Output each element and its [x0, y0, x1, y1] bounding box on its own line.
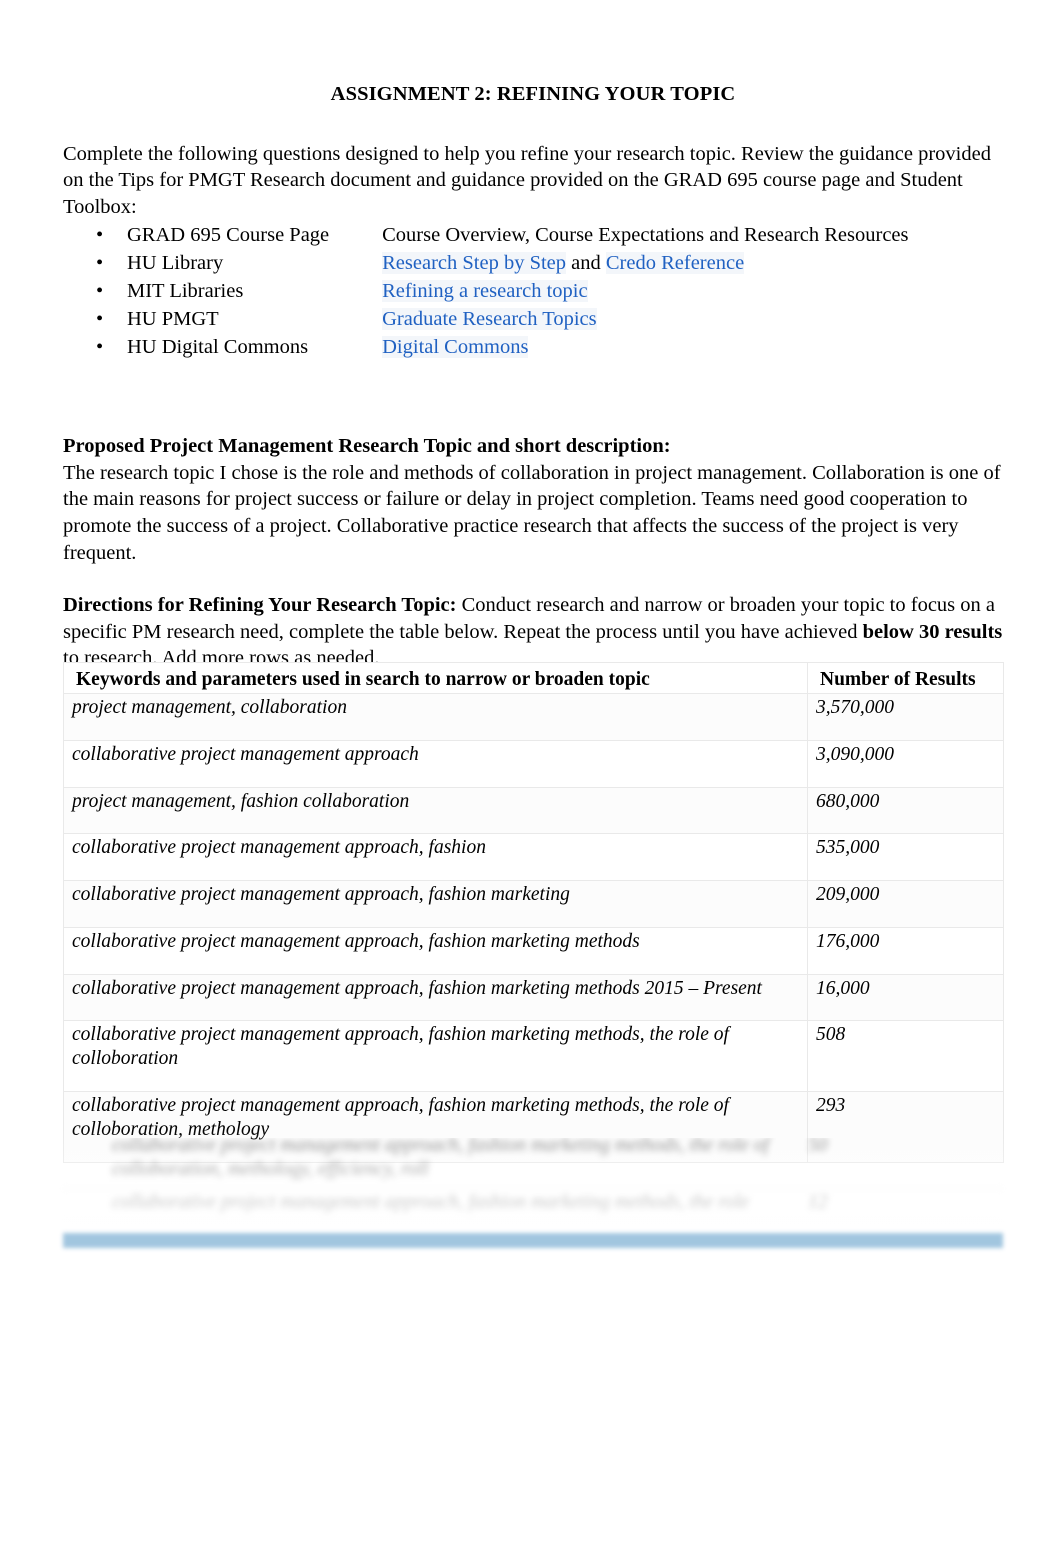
table-row: collaborative project management approac… [63, 926, 1004, 975]
directions-heading: Directions for Refining Your Research To… [63, 594, 457, 617]
list-item: • HU Digital Commons Digital Commons [63, 333, 1003, 361]
bullet-icon: • [96, 279, 104, 302]
page-title: ASSIGNMENT 2: REFINING YOUR TOPIC [330, 83, 736, 105]
table-row: collaborative project management approac… [63, 739, 1004, 788]
cell-keywords: collaborative project management approac… [63, 1020, 808, 1093]
link-credo-reference[interactable]: Credo Reference [605, 251, 745, 274]
link-graduate-research-topics[interactable]: Graduate Research Topics [382, 307, 597, 330]
table-row: project management, collaboration 3,570,… [63, 693, 1004, 741]
bullet-value: Digital Commons [382, 333, 529, 361]
bullet-label: HU PMGT [127, 307, 219, 330]
bullet-value: Research Step by Step and Credo Referenc… [382, 249, 745, 277]
cell-results: 209,000 [807, 880, 1004, 928]
link-refining-a-research-topic[interactable]: Refining a research topic [382, 279, 588, 302]
cell-keywords: collaborative project management approac… [63, 1091, 808, 1163]
directions-emphasis: below 30 results [862, 620, 1003, 643]
cell-keywords: collaborative project management approac… [63, 973, 808, 1022]
column-header-keywords: Keywords and parameters used in search t… [63, 662, 808, 694]
cell-results: 508 [807, 1020, 1004, 1093]
link-conjunction: and [566, 251, 606, 274]
bullet-value: Refining a research topic [382, 277, 588, 305]
bullet-label: HU Digital Commons [127, 335, 309, 358]
cell-keywords-obscured: collaborative project management approac… [112, 1191, 749, 1213]
proposed-topic-body: The research topic I chose is the role a… [63, 461, 1001, 564]
link-research-step-by-step[interactable]: Research Step by Step [382, 251, 567, 274]
bullet-label: MIT Libraries [127, 279, 244, 302]
bullet-icon: • [96, 335, 104, 358]
cell-keywords: collaborative project management approac… [63, 833, 808, 882]
cell-results: 3,090,000 [807, 739, 1004, 788]
cell-results: 3,570,000 [807, 693, 1004, 741]
table-row: collaborative project management approac… [63, 880, 1004, 928]
cell-results: 16,000 [807, 973, 1004, 1022]
directions-paragraph: Directions for Refining Your Research To… [63, 592, 1003, 672]
list-item: • HU Library Research Step by Step and C… [63, 249, 1003, 277]
document-page: ASSIGNMENT 2: REFINING YOUR TOPIC Comple… [0, 0, 1062, 1556]
cell-keywords: collaborative project management approac… [63, 739, 808, 788]
resource-bullet-list: • GRAD 695 Course Page Course Overview, … [63, 221, 1003, 361]
bullet-icon: • [96, 223, 104, 246]
cell-keywords: project management, collaboration [63, 693, 808, 741]
cell-results: 535,000 [807, 833, 1004, 882]
research-table-container: Keywords and parameters used in search t… [63, 662, 1004, 1163]
column-header-results: Number of Results [807, 662, 1004, 694]
cell-results: 176,000 [807, 926, 1004, 975]
intro-paragraph: Complete the following questions designe… [63, 142, 991, 218]
bullet-icon: • [96, 307, 104, 330]
list-item: • GRAD 695 Course Page Course Overview, … [63, 221, 1003, 249]
cell-results: 293 [807, 1091, 1004, 1163]
cell-results: 680,000 [807, 786, 1004, 835]
research-table: Keywords and parameters used in search t… [63, 662, 1004, 1163]
table-header-row: Keywords and parameters used in search t… [63, 662, 1004, 694]
table-row: collaborative project management approac… [63, 973, 1004, 1022]
bullet-icon: • [96, 251, 104, 274]
link-digital-commons[interactable]: Digital Commons [382, 335, 529, 358]
cell-results-obscured: 12 [808, 1191, 828, 1213]
list-item: • MIT Libraries Refining a research topi… [63, 277, 1003, 305]
cell-keywords: collaborative project management approac… [63, 926, 808, 975]
bullet-label: HU Library [127, 251, 224, 274]
table-row: collaborative project management approac… [63, 1091, 1004, 1163]
table-row-obscured: collaborative project management approac… [63, 1189, 1003, 1222]
document-content: ASSIGNMENT 2: REFINING YOUR TOPIC Comple… [63, 82, 1003, 672]
preview-accent-bar [63, 1233, 1003, 1248]
proposed-topic-heading: Proposed Project Management Research Top… [63, 434, 671, 457]
table-row: collaborative project management approac… [63, 833, 1004, 882]
table-row: collaborative project management approac… [63, 1020, 1004, 1093]
preview-footer-ghost-text [100, 1258, 490, 1271]
bullet-value: Course Overview, Course Expectations and… [382, 223, 909, 246]
list-item: • HU PMGT Graduate Research Topics [63, 305, 1003, 333]
bullet-value: Graduate Research Topics [382, 305, 597, 333]
cell-keywords: project management, fashion collaboratio… [63, 786, 808, 835]
cell-keywords: collaborative project management approac… [63, 880, 808, 928]
bullet-label: GRAD 695 Course Page [127, 223, 330, 246]
table-row: project management, fashion collaboratio… [63, 786, 1004, 835]
